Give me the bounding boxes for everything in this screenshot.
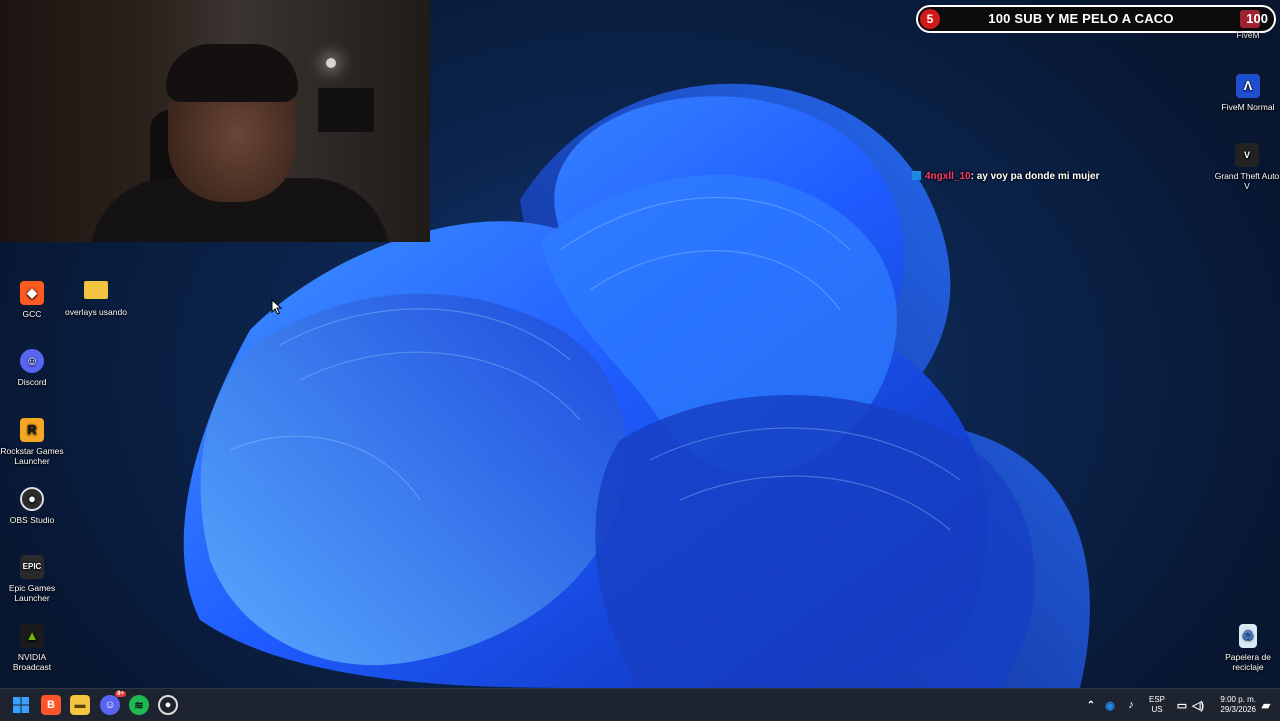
desktop-icon-label: OBS Studio: [9, 515, 55, 525]
desktop-icon-label: Epic Games Launcher: [8, 583, 56, 603]
language-indicator[interactable]: ESP US: [1145, 695, 1169, 715]
desktop-icon-overlays-folder[interactable]: overlays usando: [64, 281, 128, 317]
desktop-icon-fivem-normal[interactable]: Λ FiveM Normal: [1216, 74, 1280, 112]
desktop-icon-gcc[interactable]: ◆ GCC: [0, 281, 64, 319]
desktop-icon-fivem[interactable]: FiveM: [1216, 6, 1280, 40]
discord-taskbar-icon[interactable]: ☺ 9+: [100, 691, 126, 715]
webcam-background-light: [326, 58, 336, 68]
mouse-cursor-icon: [271, 299, 283, 315]
desktop-icon-label: FiveM: [1236, 30, 1260, 40]
clock-time: 9:00 p. m.: [1220, 695, 1256, 704]
chat-text: : ay voy pa donde mi mujer: [970, 171, 1100, 182]
discord-icon: ☺: [20, 349, 44, 373]
desktop-icon-rockstar[interactable]: R Rockstar Games Launcher: [0, 418, 64, 466]
gcc-icon: ◆: [20, 281, 44, 305]
volume-tray-icon[interactable]: ◁): [1188, 695, 1208, 715]
microphone-tray-icon[interactable]: ♪: [1121, 695, 1141, 715]
webcam-overlay: [0, 0, 430, 242]
clock-date: 29/3/2026: [1220, 705, 1256, 714]
webcam-background-monitor: [318, 88, 374, 132]
desktop-icon-nvidia-broadcast[interactable]: ▲ NVIDIA Broadcast: [0, 624, 64, 672]
region-code: US: [1151, 705, 1163, 714]
language-code: ESP: [1148, 695, 1165, 704]
epic-icon: EPIC: [20, 555, 44, 579]
windows-logo-icon: [13, 697, 29, 713]
desktop-icon-label: overlays usando: [65, 307, 127, 317]
nvidia-icon: ▲: [20, 624, 44, 648]
chat-username: 4ngxll_10: [925, 171, 971, 182]
brave-taskbar-icon[interactable]: B: [41, 695, 61, 715]
tray-overflow-chevron-icon[interactable]: ⌃: [1081, 695, 1101, 715]
desktop-icon-label: NVIDIA Broadcast: [12, 652, 52, 672]
start-button[interactable]: [11, 695, 31, 715]
desktop-icon-epic[interactable]: EPIC Epic Games Launcher: [0, 555, 64, 603]
chat-message: 4ngxll_10: ay voy pa donde mi mujer: [912, 171, 1100, 185]
obs-taskbar-icon[interactable]: ●: [158, 695, 178, 715]
folder-icon: [84, 281, 108, 299]
desktop-icon-label: FiveM Normal: [1221, 102, 1275, 112]
desktop-icon-label: Papelera de reciclaje: [1225, 652, 1271, 672]
desktop-icon-label: Rockstar Games Launcher: [0, 446, 64, 466]
spotify-taskbar-icon[interactable]: ≋: [129, 695, 149, 715]
clock[interactable]: 9:00 p. m. 29/3/2026: [1208, 695, 1256, 715]
file-explorer-taskbar-icon[interactable]: ▬: [70, 695, 90, 715]
chat-badge-icon: [912, 171, 921, 180]
desktop-icon-label: Grand Theft Auto V: [1214, 171, 1280, 191]
fivem-normal-icon: Λ: [1236, 74, 1260, 98]
taskbar: B ▬ ☺ 9+ ≋ ● ⌃ ◉ ♪ ESP US ▭ ◁) 9:00 p. m…: [0, 688, 1280, 721]
desktop-icon-gta-v[interactable]: V Grand Theft Auto V: [1214, 143, 1280, 191]
desktop-icon-label: GCC: [22, 309, 42, 319]
desktop-icon-discord[interactable]: ☺ Discord: [0, 349, 64, 387]
desktop-icon-label: Discord: [17, 377, 47, 387]
recycle-bin-icon: ♻: [1239, 624, 1257, 648]
desktop-icon-recycle-bin[interactable]: ♻ Papelera de reciclaje: [1216, 624, 1280, 672]
discord-notification-badge: 9+: [115, 691, 126, 697]
security-tray-icon[interactable]: ◉: [1100, 695, 1120, 715]
rockstar-icon: R: [20, 418, 44, 442]
desktop-icon-obs[interactable]: ● OBS Studio: [0, 487, 64, 525]
webcam-person-hair: [166, 44, 298, 102]
gta-icon: V: [1235, 143, 1259, 167]
notifications-bell-icon[interactable]: ▰: [1256, 695, 1276, 715]
banner-title: 100 SUB Y ME PELO A CACO: [988, 11, 1174, 26]
banner-count: 5: [920, 9, 940, 29]
fivem-icon: [1236, 6, 1260, 26]
obs-icon: ●: [20, 487, 44, 511]
